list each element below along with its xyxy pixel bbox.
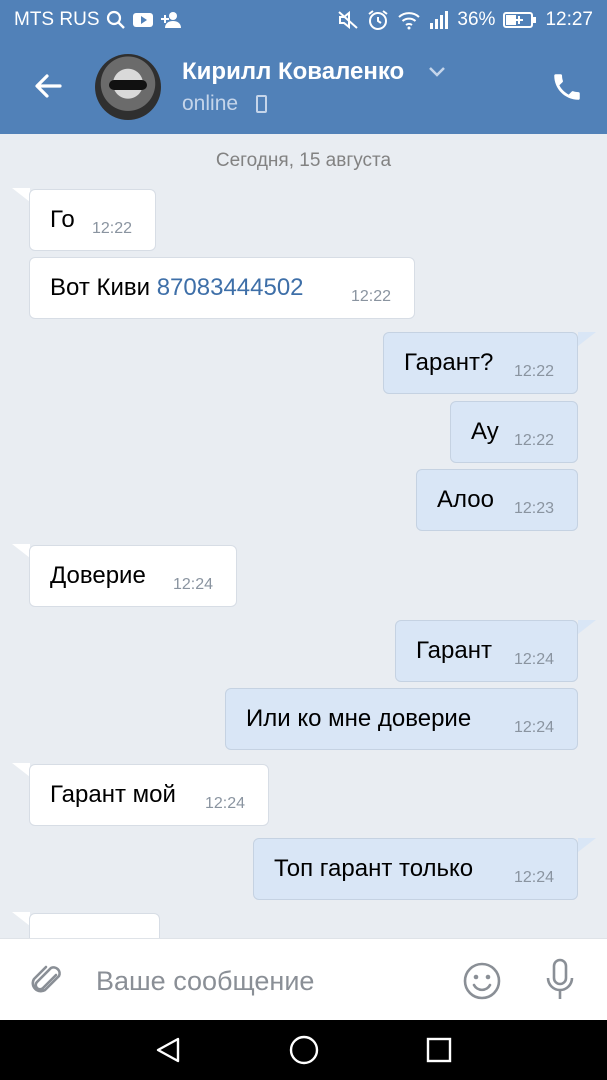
wifi-icon [398,12,421,30]
message-time: 12:24 [173,576,214,593]
message-time: 12:22 [92,220,133,237]
message-bubble-in[interactable]: Гарант мой 12:24 [29,764,269,826]
message-bubble-in-partial[interactable] [29,913,160,938]
signal-icon [430,11,449,29]
back-arrow-icon[interactable] [30,68,66,104]
microphone-icon[interactable] [542,957,578,1003]
attach-icon[interactable] [30,961,66,1001]
chat-header: Кирилл Коваленко online [0,40,607,134]
contact-name[interactable]: Кирилл Коваленко [182,58,404,86]
youtube-icon [132,13,153,27]
add-friend-icon [160,12,181,28]
date-separator: Сегодня, 15 августа [215,150,392,171]
mobile-device-icon [256,95,267,113]
message-list[interactable]: Сегодня, 15 августа Го 12:22 Вот Киви 87… [0,134,607,938]
message-time: 12:22 [514,363,555,380]
message-text: Ау [471,418,499,445]
message-bubble-in[interactable]: Доверие 12:24 [29,545,237,607]
bubble-tail [578,332,596,346]
battery-percent: 36% [457,9,496,30]
message-text: Гарант [416,637,492,664]
message-time: 12:24 [205,795,246,812]
message-bubble-out[interactable]: Или ко мне доверие 12:24 [225,688,578,750]
message-time: 12:23 [514,500,555,517]
carrier-label: MTS RUS [14,9,100,30]
message-bubble-out[interactable]: Ау 12:22 [450,401,578,463]
phone-number-link[interactable]: 87083444502 [157,274,304,301]
system-nav-bar [0,1020,607,1080]
nav-back-icon[interactable] [154,1036,182,1064]
emoji-icon[interactable] [462,961,502,1001]
message-time: 12:24 [514,651,555,668]
message-time: 12:24 [514,869,555,886]
avatar-image [109,80,147,90]
message-text: Или ко мне доверие [246,705,472,732]
bubble-tail [12,188,30,202]
bubble-tail [12,544,30,558]
message-time: 12:22 [351,288,392,305]
message-text: Доверие [50,562,146,589]
message-bubble-in[interactable]: Вот Киви 87083444502 12:22 [29,257,415,319]
message-bubble-in[interactable]: Го 12:22 [29,189,156,251]
message-time: 12:22 [514,432,555,449]
nav-recents-icon[interactable] [425,1036,453,1064]
contact-status: online [182,92,239,115]
message-input[interactable] [96,961,436,1001]
battery-charging-icon [503,12,537,28]
message-bubble-out[interactable]: Алоо 12:23 [416,469,578,531]
nav-home-icon[interactable] [288,1034,320,1066]
alarm-icon [368,10,389,30]
status-bar: MTS RUS 36% 12:27 [0,0,607,40]
chevron-down-icon[interactable] [428,66,446,78]
message-composer [0,938,607,1021]
search-icon [106,10,125,29]
message-bubble-out[interactable]: Гарант 12:24 [395,620,578,682]
avatar[interactable] [95,54,161,120]
clock: 12:27 [545,9,593,30]
phone-icon[interactable] [550,70,584,104]
message-text: Топ гарант только [274,855,474,882]
message-bubble-out[interactable]: Топ гарант только 12:24 [253,838,578,900]
message-text: Го [50,206,75,233]
message-text: Вот Киви 87083444502 [50,274,304,301]
bubble-tail [12,912,30,926]
message-time: 12:24 [514,719,555,736]
message-bubble-out[interactable]: Гарант? 12:22 [383,332,578,394]
message-text: Гарант мой [50,781,176,808]
message-text: Гарант? [404,349,494,376]
mute-icon [338,10,359,30]
message-text: Алоо [437,486,494,513]
bubble-tail [12,763,30,777]
bubble-tail [578,620,596,634]
bubble-tail [578,838,596,852]
